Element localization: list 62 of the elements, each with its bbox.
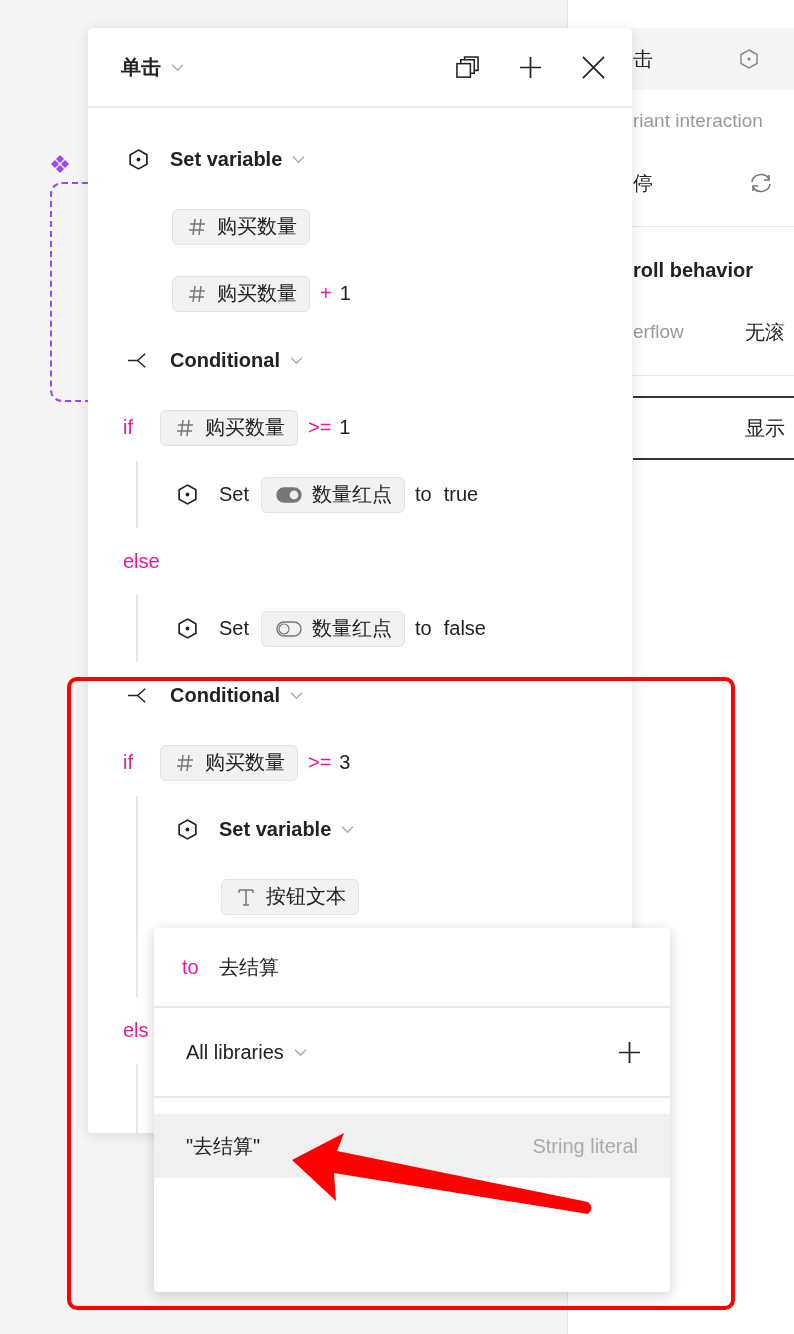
keyword: if [122, 751, 134, 774]
variable-chip[interactable]: 按钮文本 [221, 878, 359, 915]
chevron-icon [290, 356, 303, 365]
variable-chip[interactable]: 购买数量 [160, 744, 298, 781]
hexagon-icon[interactable] [738, 48, 760, 70]
keyword: else [122, 550, 160, 573]
suggestion-text: "去结算" [186, 1133, 261, 1159]
operator: + [320, 282, 332, 305]
add-icon[interactable] [617, 1039, 642, 1065]
conditional-dropdown[interactable]: Conditional [170, 684, 303, 707]
close-icon[interactable] [581, 54, 606, 80]
component-icon [50, 154, 70, 174]
value-text: true [443, 483, 479, 506]
keyword: if [122, 416, 134, 439]
operand: 1 [339, 282, 351, 305]
overflow-value[interactable]: 无滚 [745, 318, 785, 346]
action-dropdown[interactable]: Set variable [170, 148, 306, 171]
section-title: roll behavior [633, 258, 754, 282]
hash-icon [187, 216, 207, 237]
hexagon-icon [176, 617, 199, 640]
overflow-label: erflow [633, 321, 685, 343]
hover-label: 停 [633, 170, 653, 196]
trigger-label: 击 [633, 46, 653, 72]
variant-note: riant interaction [633, 110, 763, 132]
set-label: Set [219, 617, 250, 640]
hexagon-icon [176, 483, 199, 506]
operand: 1 [339, 416, 351, 439]
duplicate-icon[interactable] [455, 54, 480, 80]
variable-chip[interactable]: 数量红点 [261, 476, 406, 513]
chevron-icon [171, 62, 184, 72]
library-dropdown[interactable]: All libraries [186, 1040, 307, 1064]
add-icon[interactable] [518, 54, 543, 80]
variable-chip[interactable]: 购买数量 [172, 208, 310, 245]
operator: >= [308, 751, 332, 774]
suggestion-type: String literal [532, 1134, 638, 1158]
value-text: false [443, 617, 486, 640]
variable-chip[interactable]: 购买数量 [172, 275, 310, 312]
action-dropdown[interactable]: Set variable [219, 818, 355, 841]
variable-chip[interactable]: 购买数量 [160, 409, 298, 446]
hash-icon [175, 752, 195, 773]
keyword: els [122, 1019, 150, 1042]
hash-icon [175, 417, 195, 438]
trigger-dropdown[interactable]: 单击 [121, 53, 184, 81]
hexagon-icon [176, 818, 199, 841]
text-icon [236, 886, 256, 907]
operator: >= [308, 416, 332, 439]
value-input[interactable]: 去结算 [218, 953, 279, 981]
hexagon-icon [127, 148, 150, 171]
tab[interactable]: 显示 [633, 396, 794, 460]
conditional-dropdown[interactable]: Conditional [170, 349, 303, 372]
chevron-icon [293, 1047, 307, 1057]
to-label: to [415, 617, 432, 640]
operand: 3 [339, 751, 351, 774]
chevron-icon [292, 155, 306, 164]
to-label: to [415, 483, 432, 506]
keyword: to [182, 955, 199, 979]
set-label: Set [219, 483, 250, 506]
chevron-icon [290, 691, 303, 700]
hash-icon [187, 283, 207, 304]
chevron-icon [341, 825, 355, 834]
suggestion-item[interactable]: "去结算" String literal [154, 1114, 670, 1178]
variable-chip[interactable]: 数量红点 [261, 610, 406, 647]
